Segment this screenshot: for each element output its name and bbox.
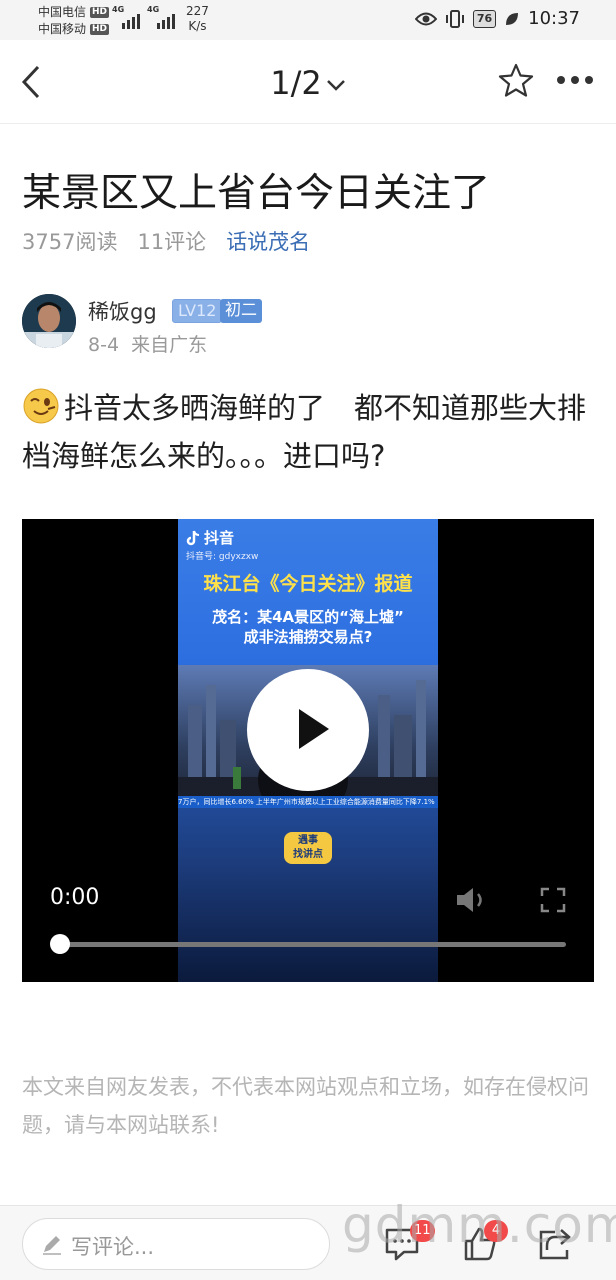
hd-badge: HD (90, 7, 110, 18)
video-ticker: 7万户，同比增长6.60% 上半年广州市规模以上工业综合能源消费量同比下降7.1… (178, 796, 438, 808)
disclaimer-text: 本文来自网友发表，不代表本网站观点和立场，如存在侵权问题，请与本网站联系! (22, 1075, 589, 1137)
clock: 10:37 (528, 8, 580, 29)
level-badge: LV12 (172, 299, 223, 323)
article-body: 抖音太多晒海鲜的了 都不知道那些大排档海鲜怎么来的。。。进口吗? (22, 384, 602, 480)
post-location: 来自广东 (131, 334, 208, 356)
douyin-logo: 抖音 (186, 527, 234, 548)
eye-icon (414, 12, 437, 25)
video-progress-thumb[interactable] (50, 934, 70, 954)
read-count: 3757阅读 (22, 230, 118, 254)
fullscreen-icon[interactable] (540, 887, 566, 913)
signal-icon: 4G (147, 5, 175, 29)
comment-count-badge: 11 (410, 1220, 435, 1242)
avatar[interactable] (22, 294, 76, 348)
grade-badge: 初二 (220, 299, 263, 323)
network-speed: 227 K/s (186, 4, 209, 33)
battery-icon: 76 (472, 9, 497, 28)
like-count-badge: 4 (484, 1220, 508, 1242)
comment-input[interactable]: 写评论... (22, 1218, 330, 1270)
play-button[interactable] (247, 669, 369, 791)
author-block: 稀饭gg LV12 初二 8-4 来自广东 (22, 294, 582, 357)
video-headline: 珠江台《今日关注》报道 (203, 573, 413, 595)
comment-placeholder: 写评论... (71, 1235, 155, 1259)
comment-count: 11评论 (137, 230, 207, 254)
body-text: 抖音太多晒海鲜的了 都不知道那些大排档海鲜怎么来的。。。进口吗? (22, 391, 587, 473)
author-name[interactable]: 稀饭gg (88, 296, 157, 326)
play-icon (299, 709, 329, 749)
article-meta: 3757阅读 11评论 话说茂名 (22, 226, 310, 256)
carrier-2: 中国移动 (38, 22, 87, 36)
post-date: 8-4 (88, 334, 120, 356)
vibrate-icon (445, 9, 464, 28)
carrier-info: 中国电信 HD 中国移动 HD (38, 4, 110, 38)
wink-emoji-icon (23, 388, 59, 424)
video-subhead: 茂名：某4A景区的“海上墟” 成非法捕捞交易点? (212, 608, 404, 646)
share-icon[interactable] (535, 1224, 575, 1264)
douyin-icon (186, 530, 200, 545)
video-player[interactable]: 抖音 抖音号: gdyxzxw 珠江台《今日关注》报道 茂名：某4A景区的“海上… (22, 519, 594, 982)
bottom-action-bar: 写评论... 11 4 (0, 1205, 616, 1280)
post-info: 8-4 来自广东 (88, 330, 207, 357)
favorite-star-icon[interactable] (497, 62, 535, 100)
hd-badge: HD (90, 24, 110, 35)
top-nav-bar: 1/2 (0, 40, 616, 124)
carrier-1: 中国电信 (38, 5, 87, 19)
pencil-icon (43, 1236, 61, 1255)
volume-icon[interactable] (454, 885, 488, 915)
status-bar: 中国电信 HD 中国移动 HD 4G 4G 227 K/s 76 10:37 (0, 0, 616, 40)
signal-icon: 4G (112, 5, 140, 29)
chevron-down-icon (326, 80, 345, 91)
leaf-icon (506, 12, 519, 25)
video-account: 抖音号: gdyxzxw (186, 552, 259, 562)
video-corner-badge: 遇事 找讲点 (284, 832, 332, 864)
article-title: 某景区又上省台今日关注了 (22, 171, 491, 216)
topic-link[interactable]: 话说茂名 (226, 226, 310, 256)
video-time: 0:00 (50, 885, 100, 910)
more-options-icon[interactable] (557, 76, 593, 84)
video-progress-track[interactable] (60, 942, 566, 947)
